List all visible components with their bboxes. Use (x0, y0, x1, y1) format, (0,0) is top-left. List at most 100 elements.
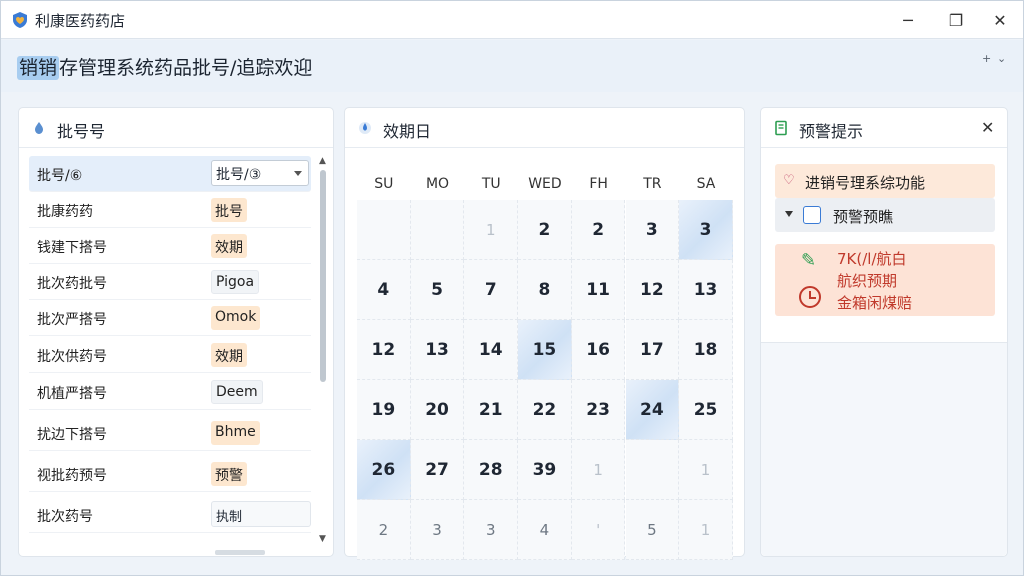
list-item-tag: Omok (211, 306, 261, 330)
document-icon (775, 120, 787, 136)
calendar-day[interactable]: 1 (571, 440, 626, 500)
calendar-day[interactable]: 3 (679, 200, 733, 260)
list-item-tag: 效期 (211, 343, 247, 367)
weekday-header: MO (425, 176, 450, 192)
list-item[interactable]: 批次供药号 效期 (29, 337, 311, 373)
calendar-day[interactable]: 17 (625, 320, 680, 380)
calendar-day[interactable]: 3 (625, 200, 680, 260)
list-item[interactable]: 机植严搭号 Deem (29, 374, 311, 410)
minimize-button[interactable]: ─ (893, 7, 923, 33)
list-item[interactable]: 视批药预号 预警 (29, 456, 311, 492)
list-item[interactable]: 钱建下搭号 效期 (29, 228, 311, 264)
calendar-day[interactable]: 2 (571, 200, 626, 260)
alert-panel-empty-area (761, 343, 1007, 556)
calendar-day[interactable]: 14 (464, 320, 519, 380)
calendar-grid: SU MO TU WED FH TR SA 1 2 2 3 3 4 5 7 8 11 12 13 12 13 14 15 16… (357, 164, 733, 560)
alert-line: 航织预期 (837, 272, 898, 290)
expand-triangle-icon[interactable] (785, 211, 793, 217)
list-item[interactable]: 批号/⑥ 批号/③ (29, 156, 311, 192)
calendar-day[interactable]: 1 (679, 440, 733, 500)
calendar-day[interactable]: 13 (410, 320, 465, 380)
calendar-day[interactable]: 12 (625, 260, 680, 320)
calendar-day[interactable]: 21 (464, 380, 519, 440)
calendar-panel-title: 效期日 (383, 122, 432, 141)
feature-item[interactable]: ♡ 进销号理系综功能 (775, 164, 995, 198)
close-icon[interactable]: ✕ (981, 118, 994, 137)
drop-icon (359, 122, 371, 134)
calendar-day[interactable]: 27 (410, 440, 465, 500)
calendar-day[interactable]: 1 (679, 500, 733, 560)
calendar-day[interactable]: 15 (518, 320, 572, 380)
maximize-button[interactable]: ❐ (941, 7, 971, 33)
calendar-day[interactable]: 28 (464, 440, 519, 500)
chevron-down-icon[interactable] (294, 171, 302, 176)
weekday-header: FH (589, 176, 608, 192)
calendar-day[interactable] (357, 200, 411, 260)
list-item[interactable]: 批次严搭号 Omok (29, 300, 311, 336)
calendar-day[interactable] (625, 440, 680, 500)
calendar-day[interactable]: 1 (464, 200, 519, 260)
heart-icon: ♡ (783, 173, 795, 188)
calendar-day[interactable]: 18 (679, 320, 733, 380)
list-item-label: 批康药药 (37, 204, 93, 220)
batch-panel-header: 批号号 (19, 108, 333, 148)
vertical-scrollbar[interactable]: ▲ ▼ (318, 156, 328, 546)
page-title-highlight: 销销 (17, 56, 60, 80)
calendar-day[interactable]: 16 (571, 320, 626, 380)
calendar-day[interactable]: 3 (410, 500, 465, 560)
calendar-day[interactable]: 5 (625, 500, 680, 560)
calendar-day[interactable]: 11 (571, 260, 626, 320)
calendar-day[interactable]: 24 (625, 380, 680, 440)
scroll-up-icon[interactable]: ▲ (319, 156, 326, 166)
batch-select[interactable]: 批号/③ (211, 160, 309, 186)
horizontal-scroll-thumb[interactable] (215, 550, 265, 555)
calendar-day[interactable]: 20 (410, 380, 465, 440)
weekday-header: TU (481, 176, 501, 192)
weekday-header: SA (696, 176, 716, 192)
window-title: 利康医药药店 (35, 12, 126, 30)
add-tab-button[interactable]: + (982, 52, 991, 65)
page-header: 销销 存管理系统药品批号/追踪欢迎 + ⌄ (1, 40, 1023, 92)
calendar-day[interactable]: 12 (357, 320, 411, 380)
calendar-day[interactable]: 23 (571, 380, 626, 440)
calendar-day[interactable]: 19 (357, 380, 411, 440)
calendar-day[interactable]: 8 (518, 260, 572, 320)
list-item-tag: Bhme (211, 421, 260, 445)
calendar-day[interactable]: 4 (357, 260, 411, 320)
list-item[interactable]: 扰边下搭号 Bhme (29, 415, 311, 451)
scroll-thumb[interactable] (320, 170, 326, 382)
list-item-field[interactable]: 执制 (211, 501, 311, 527)
calendar-day[interactable]: 22 (518, 380, 572, 440)
expand-item[interactable]: 预警预瞧 (775, 198, 995, 232)
calendar-day[interactable]: 25 (679, 380, 733, 440)
list-item[interactable]: 批次药批号 Pigoa (29, 264, 311, 300)
calendar-day[interactable]: 5 (410, 260, 465, 320)
alert-card: ✎ 7K(/l/航白 航织预期 金箱闲煤赔 (775, 244, 995, 316)
chevron-down-icon[interactable]: ⌄ (997, 52, 1006, 65)
scroll-down-icon[interactable]: ▼ (319, 534, 326, 544)
clock-icon (799, 286, 821, 308)
expiry-calendar-panel: 效期日 SU MO TU WED FH TR SA 1 2 2 3 3 4 5 7 8 11 12 13 12 13 14… (344, 107, 745, 560)
calendar-day[interactable]: 7 (464, 260, 519, 320)
calendar-day[interactable]: 2 (518, 200, 572, 260)
list-item-tag: Deem (211, 380, 263, 404)
checkbox-icon[interactable] (803, 206, 821, 224)
calendar-day[interactable]: 2 (357, 500, 411, 560)
close-window-button[interactable]: ✕ (985, 7, 1015, 33)
calendar-day[interactable] (410, 200, 465, 260)
calendar-day[interactable]: 3 (464, 500, 519, 560)
calendar-day[interactable]: 39 (518, 440, 572, 500)
list-item-tag: Pigoa (211, 270, 260, 294)
calendar-day[interactable]: 4 (518, 500, 572, 560)
list-item-label: 批次药号 (37, 509, 93, 525)
title-bar: 利康医药药店 ─ ❐ ✕ (1, 1, 1023, 39)
app-window: 利康医药药店 ─ ❐ ✕ 销销 存管理系统药品批号/追踪欢迎 + ⌄ 批号号 批号… (0, 0, 1024, 576)
calendar-day[interactable]: 26 (357, 440, 411, 500)
list-item[interactable]: 批次药号 执制 (29, 497, 311, 533)
alert-panel: 预警提示 ✕ ♡ 进销号理系综功能 预警预瞧 ✎ 7K(/l/航白 航织预期 金… (760, 107, 1008, 557)
page-title: 销销 存管理系统药品批号/追踪欢迎 (17, 53, 312, 80)
list-item-label: 批次严搭号 (37, 312, 107, 328)
list-item[interactable]: 批康药药 批号 (29, 192, 311, 228)
calendar-day[interactable]: ' (571, 500, 626, 560)
calendar-day[interactable]: 13 (679, 260, 733, 320)
